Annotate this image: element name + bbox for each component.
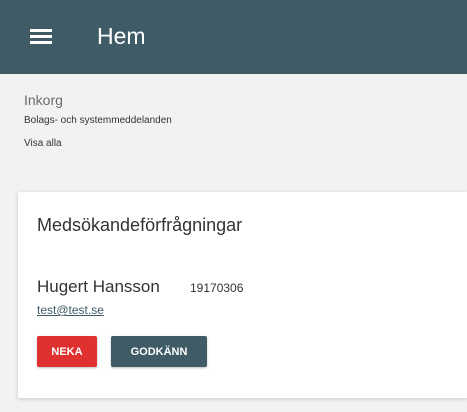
card-title: Medsökandeförfrågningar [37,215,243,235]
applicant-name: Hugert Hansson [37,277,160,296]
co-applicant-requests-card: Medsökandeförfrågningar Hugert Hansson 1… [18,192,467,398]
approve-button[interactable]: GODKÄNN [111,336,207,367]
deny-button[interactable]: NEKA [37,336,97,367]
page-title: Hem [97,23,146,49]
hamburger-menu-icon[interactable] [30,29,52,45]
inbox-subtitle: Bolags- och systemmeddelanden [24,115,172,126]
view-all-link[interactable]: Visa alla [24,138,62,149]
app-bar: Hem [0,0,467,74]
applicant-email-link[interactable]: test@test.se [37,303,104,317]
applicant-id-number: 19170306 [190,281,244,295]
inbox-heading: Inkorg [24,92,63,108]
